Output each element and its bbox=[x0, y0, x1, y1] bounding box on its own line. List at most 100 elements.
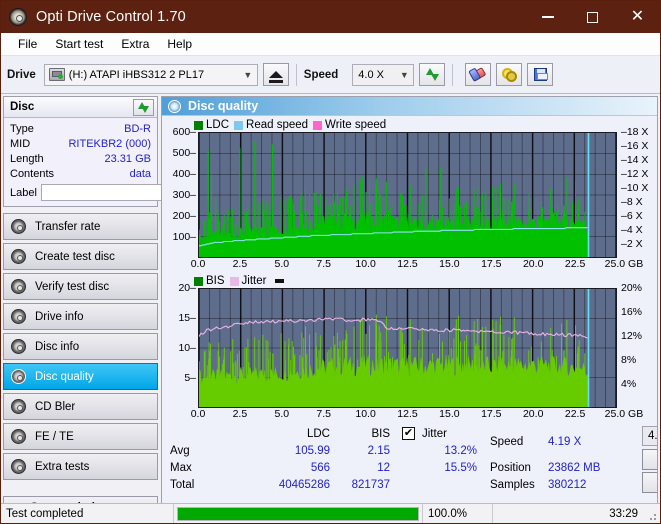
panel-title: Disc quality bbox=[188, 99, 259, 113]
menu-item-extra[interactable]: Extra bbox=[112, 35, 158, 53]
bottom-chart-x-axis: 0.0 2.5 5.0 7.5 10.0 12.5 15.0 17.5 20.0 22.5 25.0… bbox=[191, 408, 644, 422]
disc-row-type: Type BD-R bbox=[10, 121, 151, 136]
nav-list: Transfer rate Create test disc Verify te… bbox=[3, 213, 158, 480]
disc-label-row: Label bbox=[10, 183, 249, 202]
disc-icon bbox=[11, 249, 26, 264]
disc-row-type-value: BD-R bbox=[124, 122, 151, 135]
sidebar-item-transfer-rate[interactable]: Transfer rate bbox=[3, 213, 158, 240]
erase-button[interactable] bbox=[465, 63, 492, 86]
menu-item-help[interactable]: Help bbox=[158, 35, 201, 53]
disc-row-length-key: Length bbox=[10, 152, 44, 165]
disc-quality-icon bbox=[168, 99, 181, 113]
stats-bis-avg: 2.15 bbox=[367, 445, 390, 457]
x-tick-label: 10.0 bbox=[355, 258, 376, 270]
disc-info-rows: Type BD-R MID RITEKBR2 (000) Length 23.3… bbox=[4, 118, 249, 206]
disc-refresh-button[interactable] bbox=[133, 98, 154, 116]
disc-row-mid-value: RITEKBR2 (000) bbox=[68, 137, 151, 150]
sidebar-item-extra-tests[interactable]: Extra tests bbox=[3, 453, 158, 480]
test-speed-value: 4.0 X bbox=[648, 430, 658, 442]
y-tick-label-right: 12% bbox=[621, 330, 643, 342]
sidebar-item-verify-test-disc[interactable]: Verify test disc bbox=[3, 273, 158, 300]
main-body: Disc Type BD-R MID RITEKBR2 (000) Length… bbox=[1, 94, 660, 522]
disc-row-contents: Contents data bbox=[10, 166, 151, 181]
chevron-down-icon: ▼ bbox=[399, 69, 409, 80]
sidebar-item-label: Extra tests bbox=[35, 460, 90, 473]
x-tick-label: 17.5 bbox=[481, 408, 502, 420]
minimize-button[interactable] bbox=[525, 1, 570, 33]
menu-item-start-test[interactable]: Start test bbox=[46, 35, 112, 53]
position-stat-label: Position bbox=[490, 462, 531, 474]
position-stat-value: 23862 MB bbox=[548, 462, 601, 474]
legend-item-bis: BIS bbox=[194, 275, 225, 287]
jitter-checkbox[interactable]: ✔ bbox=[402, 427, 415, 440]
x-tick-label: 12.5 bbox=[397, 408, 418, 420]
top-chart-plot[interactable] bbox=[198, 132, 617, 258]
stats-header-ldc: LDC bbox=[306, 428, 330, 440]
sidebar-item-label: Disc quality bbox=[35, 370, 94, 383]
y-tick-label-right: –2 X bbox=[621, 238, 643, 250]
y-tick-label-right: –18 X bbox=[621, 126, 649, 138]
app-icon bbox=[9, 8, 27, 26]
y-tick-label-right: –10 X bbox=[621, 182, 649, 194]
disc-icon bbox=[11, 429, 26, 444]
stats-jitter-max: 15.5% bbox=[444, 462, 477, 474]
stats-header-bis: BIS bbox=[371, 428, 390, 440]
sidebar-item-cd-bler[interactable]: CD Bler bbox=[3, 393, 158, 420]
stats-ldc-max: 566 bbox=[310, 462, 330, 474]
charts-area: LDC Read speed Write speed 600– 500– 400… bbox=[162, 116, 657, 422]
drive-select[interactable]: (H:) ATAPI iHBS312 2 PL17 ▼ bbox=[43, 63, 258, 86]
stats-row-label-total: Total bbox=[170, 479, 195, 491]
x-tick-label: 25.0 GB bbox=[604, 408, 644, 420]
start-full-button[interactable]: Start full bbox=[642, 449, 657, 470]
disc-icon bbox=[11, 399, 26, 414]
y-tick-label-right: –16 X bbox=[621, 140, 649, 152]
speed-select-value: 4.0 X bbox=[358, 68, 384, 81]
menu-item-file[interactable]: File bbox=[9, 35, 46, 53]
y-tick-label: 10– bbox=[178, 342, 196, 354]
test-speed-select[interactable]: 4.0 X ▼ bbox=[642, 426, 658, 446]
sidebar-item-disc-quality[interactable]: Disc quality bbox=[3, 363, 158, 390]
y-tick-label-right: –14 X bbox=[621, 154, 649, 166]
eraser-icon bbox=[469, 67, 487, 82]
disc-panel: Disc Type BD-R MID RITEKBR2 (000) Length… bbox=[3, 96, 249, 207]
eject-button[interactable] bbox=[262, 63, 289, 86]
sidebar-item-disc-info[interactable]: Disc info bbox=[3, 333, 158, 360]
x-tick-label: 20.0 bbox=[522, 408, 544, 420]
jitter-toggle[interactable]: ✔ Jitter bbox=[402, 427, 447, 440]
maximize-button[interactable] bbox=[570, 1, 615, 33]
legend-label-jitter: Jitter bbox=[241, 275, 267, 287]
y-tick-label-right: –8 X bbox=[621, 196, 643, 208]
speed-select[interactable]: 4.0 X ▼ bbox=[352, 63, 415, 86]
jitter-label: Jitter bbox=[422, 427, 447, 440]
sidebar-item-label: CD Bler bbox=[35, 400, 76, 413]
stats-jitter-avg: 13.2% bbox=[444, 445, 477, 457]
disc-quality-panel: Disc quality LDC Read speed Write speed … bbox=[161, 96, 658, 522]
y-tick-label: 600– bbox=[172, 126, 196, 138]
sidebar-item-drive-info[interactable]: Drive info bbox=[3, 303, 158, 330]
start-part-button[interactable]: Start part bbox=[642, 472, 657, 493]
disc-row-mid-key: MID bbox=[10, 137, 31, 150]
status-bar: Test completed 100.0% 33:29 bbox=[1, 503, 660, 523]
x-tick-label: 17.5 bbox=[481, 258, 502, 270]
disc-icon bbox=[11, 459, 26, 474]
samples-stat-label: Samples bbox=[490, 479, 535, 491]
close-button[interactable]: ✕ bbox=[615, 1, 660, 33]
sidebar-item-label: Transfer rate bbox=[35, 220, 101, 233]
y-tick-label-right: –4 X bbox=[621, 224, 643, 236]
bottom-chart-plot[interactable] bbox=[198, 288, 617, 408]
stats-row-label-avg: Avg bbox=[170, 445, 190, 457]
toolbar-separator-2 bbox=[452, 63, 454, 86]
tools-button[interactable] bbox=[496, 63, 523, 86]
x-tick-label: 0.0 bbox=[190, 408, 206, 420]
y-tick-label: 5– bbox=[184, 372, 196, 384]
resize-grip-icon[interactable] bbox=[643, 507, 657, 521]
save-button[interactable] bbox=[527, 63, 554, 86]
refresh-button[interactable] bbox=[419, 63, 446, 86]
disc-icon bbox=[11, 279, 26, 294]
sidebar-item-fe-te[interactable]: FE / TE bbox=[3, 423, 158, 450]
eject-icon bbox=[268, 71, 283, 83]
stats-bis-total: 821737 bbox=[351, 479, 390, 491]
y-tick-label: 200– bbox=[172, 210, 196, 222]
sidebar-item-create-test-disc[interactable]: Create test disc bbox=[3, 243, 158, 270]
